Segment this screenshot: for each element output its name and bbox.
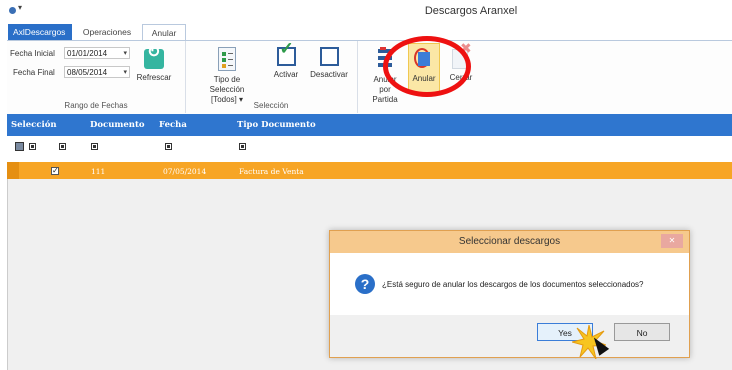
fecha-inicial-label: Fecha Inicial bbox=[10, 49, 55, 58]
filter-icon[interactable] bbox=[15, 142, 24, 151]
filter-cell-icon[interactable] bbox=[91, 143, 98, 150]
dialog-footer: Yes No bbox=[330, 315, 689, 357]
group-rango-fechas: Fecha Inicial 01/01/2014 ▾ Fecha Final 0… bbox=[7, 41, 186, 113]
group-label-rango-fechas: Rango de Fechas bbox=[64, 101, 128, 110]
filter-cell-icon[interactable] bbox=[239, 143, 246, 150]
checkbox-checked-icon bbox=[276, 44, 296, 66]
tab-anular[interactable]: Anular bbox=[142, 24, 186, 41]
group-label-seleccion: Selección bbox=[253, 101, 289, 110]
fecha-final-value: 08/05/2014 bbox=[67, 68, 108, 77]
filter-cell-icon[interactable] bbox=[165, 143, 172, 150]
refrescar-label: Refrescar bbox=[136, 73, 172, 82]
tab-axldescargos[interactable]: AxlDescargos bbox=[8, 24, 72, 40]
column-header-documento[interactable]: Documento bbox=[90, 120, 145, 130]
tipo-seleccion-label: Tipo de Selección bbox=[209, 75, 245, 94]
close-icon[interactable]: ✕ bbox=[661, 234, 683, 248]
cell-tipo-documento: Factura de Venta bbox=[239, 167, 304, 176]
fecha-inicial-field[interactable]: 01/01/2014 ▾ bbox=[64, 47, 130, 59]
dialog-title: Seleccionar descargos bbox=[330, 231, 689, 253]
column-header-tipo-documento[interactable]: Tipo Documento bbox=[237, 120, 316, 130]
fecha-final-field[interactable]: 08/05/2014 ▾ bbox=[64, 66, 130, 78]
column-header-fecha[interactable]: Fecha bbox=[159, 120, 187, 130]
filter-cell-icon[interactable] bbox=[29, 143, 36, 150]
column-header-seleccion[interactable]: Selección bbox=[11, 120, 57, 130]
refresh-icon bbox=[144, 48, 164, 69]
table-row[interactable]: ✓ 111 07/05/2014 Factura de Venta bbox=[7, 162, 732, 179]
dialog-message: ¿Está seguro de anular los descargos de … bbox=[382, 280, 644, 289]
row-checkbox[interactable]: ✓ bbox=[51, 167, 59, 175]
filter-cell-icon[interactable] bbox=[59, 143, 66, 150]
cell-documento: 111 bbox=[91, 167, 106, 176]
filter-row bbox=[7, 136, 732, 159]
window-title: Descargos Aranxel bbox=[424, 5, 518, 17]
grid-header: Selección Documento Fecha Tipo Documento bbox=[7, 114, 732, 136]
checkbox-empty-icon bbox=[319, 47, 339, 66]
fecha-final-label: Fecha Final bbox=[13, 68, 55, 77]
highlight-circle bbox=[383, 36, 471, 97]
question-icon: ? bbox=[355, 274, 375, 294]
tipo-seleccion-button[interactable]: Tipo de Selección [Todos] ▾ bbox=[199, 47, 255, 105]
activar-label: Activar bbox=[273, 70, 299, 79]
refrescar-button[interactable]: Refrescar bbox=[134, 48, 174, 83]
title-bar: ▾ Descargos Aranxel bbox=[0, 0, 732, 22]
desactivar-label: Desactivar bbox=[310, 70, 348, 79]
ribbon: Fecha Inicial 01/01/2014 ▾ Fecha Final 0… bbox=[7, 40, 732, 116]
chevron-down-icon[interactable]: ▾ bbox=[123, 48, 127, 60]
desactivar-button[interactable]: Desactivar bbox=[307, 47, 351, 80]
activar-button[interactable]: Activar bbox=[270, 44, 302, 80]
cell-fecha: 07/05/2014 bbox=[163, 167, 207, 176]
row-indicator[interactable] bbox=[7, 162, 19, 179]
confirm-dialog: Seleccionar descargos ✕ ? ¿Está seguro d… bbox=[329, 230, 690, 358]
chevron-down-icon[interactable]: ▾ bbox=[123, 67, 127, 79]
ribbon-tabs: AxlDescargos Operaciones Anular bbox=[8, 24, 732, 41]
group-seleccion: Tipo de Selección [Todos] ▾ Activar Desa… bbox=[185, 41, 358, 113]
list-icon bbox=[218, 47, 236, 71]
no-button[interactable]: No bbox=[614, 323, 670, 341]
tab-operaciones[interactable]: Operaciones bbox=[76, 24, 138, 40]
fecha-inicial-value: 01/01/2014 bbox=[67, 49, 108, 58]
